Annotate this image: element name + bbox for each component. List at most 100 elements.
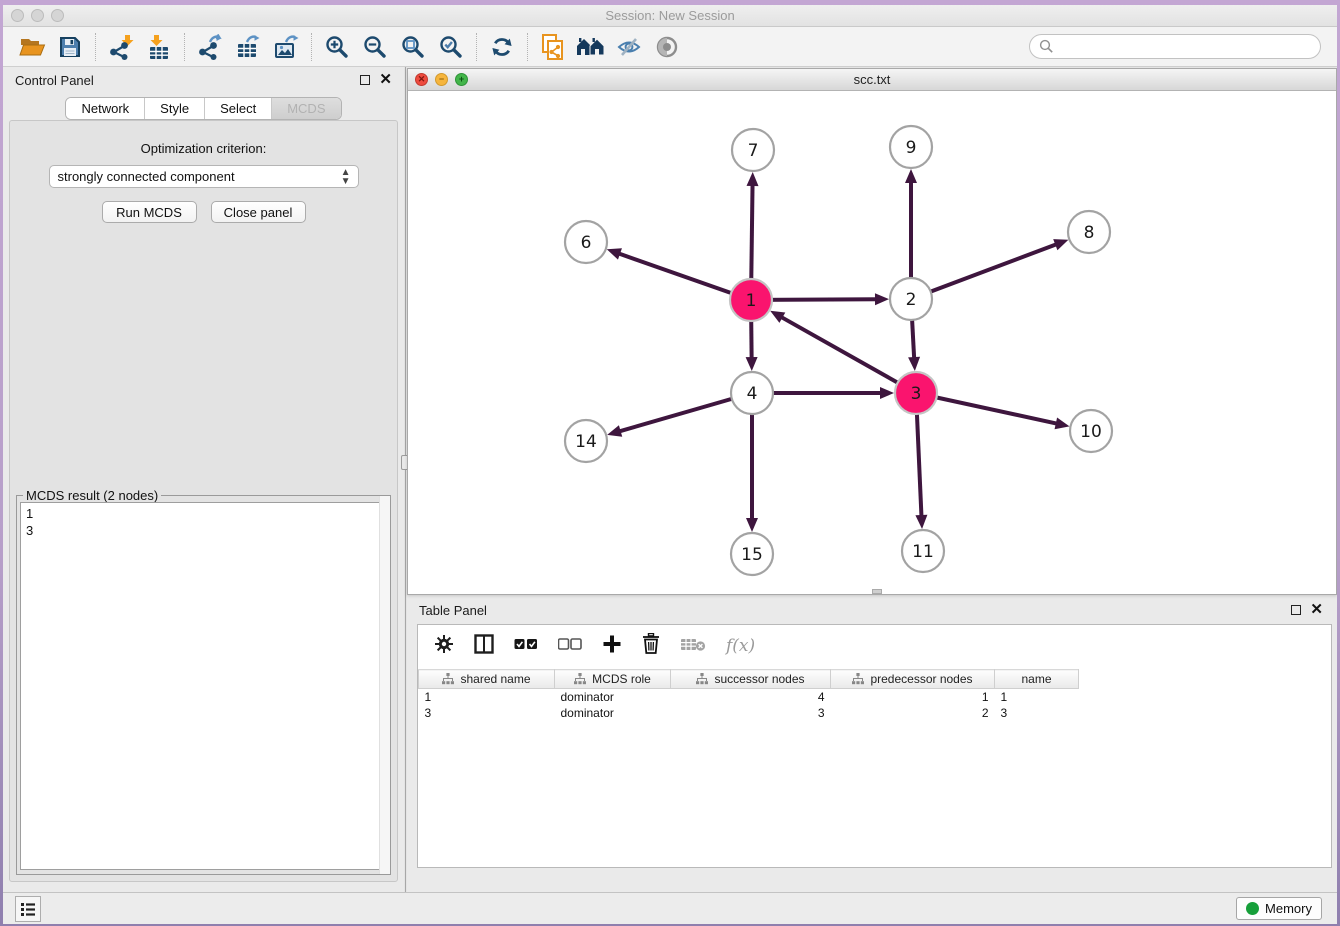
graph-node-label: 4 xyxy=(747,384,758,404)
graph-edge-arrow xyxy=(1055,417,1070,429)
graph-node-label: 3 xyxy=(911,384,922,404)
main-content: Control Panel ✕ Network Style Select MCD… xyxy=(3,67,1337,892)
mcds-result-group: MCDS result (2 nodes) 1 3 xyxy=(16,495,391,875)
close-panel-icon[interactable]: ✕ xyxy=(1310,605,1323,615)
add-column-icon[interactable] xyxy=(602,634,622,659)
deselect-all-icon[interactable] xyxy=(558,637,582,655)
hierarchy-icon xyxy=(442,673,454,685)
graph-node-label: 11 xyxy=(912,542,934,562)
gear-icon[interactable] xyxy=(434,634,454,659)
new-network-from-selection-icon[interactable] xyxy=(534,31,572,63)
select-all-icon[interactable] xyxy=(514,637,538,655)
column-header-predecessor-nodes[interactable]: predecessor nodes xyxy=(831,670,995,689)
import-table-icon[interactable] xyxy=(140,31,178,63)
table-toolbar: f(x) xyxy=(418,625,1331,667)
table-panel-title: Table Panel xyxy=(419,603,487,618)
column-header-successor-nodes[interactable]: successor nodes xyxy=(671,670,831,689)
tab-mcds[interactable]: MCDS xyxy=(271,98,340,119)
graph-node-label: 1 xyxy=(746,291,757,311)
graph-node-label: 14 xyxy=(575,432,597,452)
table-row[interactable]: 3 dominator 3 2 3 xyxy=(419,705,1079,721)
graph-edge-arrow xyxy=(915,515,927,529)
graph-node-label: 8 xyxy=(1084,223,1095,243)
graph-edge-arrow xyxy=(880,387,894,399)
memory-button[interactable]: Memory xyxy=(1236,897,1322,920)
network-view-window: ✕ − + scc.txt 7968124314101511 xyxy=(407,68,1337,595)
criterion-value: strongly connected component xyxy=(58,169,235,184)
first-neighbors-icon[interactable] xyxy=(572,31,610,63)
node-table: shared name xyxy=(418,669,1331,867)
search-field[interactable] xyxy=(1029,34,1321,59)
toolbar-separator xyxy=(527,33,528,61)
zoom-in-icon[interactable] xyxy=(318,31,356,63)
refresh-layout-icon[interactable] xyxy=(483,31,521,63)
graph-edge[interactable] xyxy=(781,317,916,393)
column-header-shared-name[interactable]: shared name xyxy=(419,670,555,689)
column-header-name[interactable]: name xyxy=(995,670,1079,689)
table-panel: Table Panel ✕ xyxy=(407,597,1335,892)
save-icon[interactable] xyxy=(51,31,89,63)
graph-edge-arrow xyxy=(746,357,758,371)
graph-edge-arrow xyxy=(875,293,889,305)
column-layout-icon[interactable] xyxy=(474,634,494,659)
graph-edge-arrow xyxy=(908,357,920,371)
export-network-icon[interactable] xyxy=(191,31,229,63)
select-stepper-icon: ▲▼ xyxy=(341,168,350,186)
search-input[interactable] xyxy=(1059,40,1311,54)
app-window: Session: New Session xyxy=(3,5,1337,924)
search-icon xyxy=(1039,39,1054,54)
import-network-icon[interactable] xyxy=(102,31,140,63)
network-window-title: scc.txt xyxy=(408,72,1336,87)
float-panel-icon[interactable] xyxy=(360,75,370,85)
network-resize-handle[interactable] xyxy=(872,589,882,594)
control-panel-title: Control Panel xyxy=(15,73,94,88)
graph-edge-arrow xyxy=(1053,239,1068,250)
tab-style[interactable]: Style xyxy=(144,98,204,119)
control-panel: Control Panel ✕ Network Style Select MCD… xyxy=(3,67,404,895)
network-canvas[interactable]: 7968124314101511 xyxy=(408,91,1336,594)
delete-table-icon xyxy=(680,636,706,657)
delete-column-icon[interactable] xyxy=(642,633,660,659)
close-panel-icon[interactable]: ✕ xyxy=(379,75,392,85)
desktop-background: Session: New Session xyxy=(0,0,1340,926)
show-hidden-icon[interactable] xyxy=(648,31,686,63)
graph-node-label: 7 xyxy=(748,141,759,161)
network-window-titlebar[interactable]: ✕ − + scc.txt xyxy=(408,69,1336,91)
tab-network[interactable]: Network xyxy=(66,98,144,119)
window-titlebar: Session: New Session xyxy=(3,5,1337,27)
export-table-icon[interactable] xyxy=(229,31,267,63)
toolbar-separator xyxy=(311,33,312,61)
graph-node-label: 15 xyxy=(741,545,763,565)
graph-edge-arrow xyxy=(607,425,622,437)
toolbar-separator xyxy=(95,33,96,61)
close-panel-button[interactable]: Close panel xyxy=(211,201,306,223)
window-title: Session: New Session xyxy=(3,8,1337,23)
zoom-out-icon[interactable] xyxy=(356,31,394,63)
status-bar: Memory xyxy=(3,892,1337,924)
table-row[interactable]: 1 dominator 4 1 1 xyxy=(419,689,1079,705)
graph-edge-arrow xyxy=(746,518,758,532)
zoom-fit-icon[interactable] xyxy=(394,31,432,63)
zoom-selected-icon[interactable] xyxy=(432,31,470,63)
function-builder-icon: f(x) xyxy=(726,636,755,656)
float-panel-icon[interactable] xyxy=(1291,605,1301,615)
open-folder-icon[interactable] xyxy=(13,31,51,63)
hierarchy-icon xyxy=(574,673,586,685)
network-canvas-svg: 7968124314101511 xyxy=(408,91,1336,594)
graph-edge[interactable] xyxy=(911,244,1057,299)
mcds-result-text[interactable]: 1 3 xyxy=(20,502,387,870)
hide-selected-icon[interactable] xyxy=(610,31,648,63)
export-image-icon[interactable] xyxy=(267,31,305,63)
mcds-result-scrollbar[interactable] xyxy=(379,496,390,874)
run-mcds-button[interactable]: Run MCDS xyxy=(102,201,197,223)
control-panel-header: Control Panel ✕ xyxy=(3,67,404,93)
tab-select[interactable]: Select xyxy=(204,98,271,119)
column-header-mcds-role[interactable]: MCDS role xyxy=(555,670,671,689)
graph-edge-arrow xyxy=(607,248,622,259)
mcds-panel: Optimization criterion: strongly connect… xyxy=(9,120,398,882)
node-table-container: f(x) xyxy=(417,624,1332,868)
main-toolbar xyxy=(3,27,1337,67)
task-history-button[interactable] xyxy=(15,896,41,922)
criterion-select[interactable]: strongly connected component ▲▼ xyxy=(49,165,359,188)
hierarchy-icon xyxy=(852,673,864,685)
